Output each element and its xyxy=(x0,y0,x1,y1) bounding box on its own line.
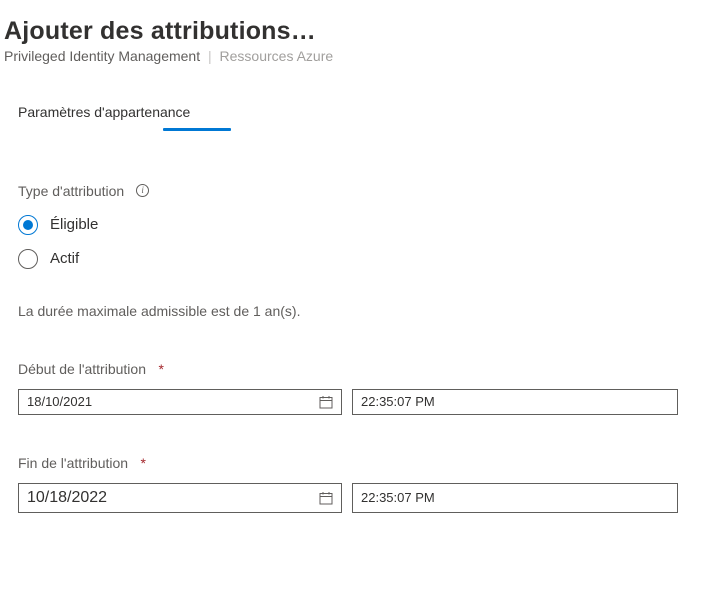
attribution-type-label: Type d'attribution i xyxy=(18,183,149,199)
start-label: Début de l'attribution xyxy=(18,361,146,377)
breadcrumb-primary: Privileged Identity Management xyxy=(4,48,200,64)
calendar-icon[interactable] xyxy=(319,491,333,505)
radio-label-eligible: Éligible xyxy=(50,216,98,233)
required-star-icon: * xyxy=(141,455,146,471)
start-time-input[interactable] xyxy=(352,389,678,415)
start-date-field[interactable] xyxy=(27,394,313,409)
attribution-type-text: Type d'attribution xyxy=(18,183,124,199)
radio-indicator-icon xyxy=(18,249,38,269)
end-time-field[interactable] xyxy=(361,490,669,505)
start-date-input[interactable] xyxy=(18,389,342,415)
attribution-type-radio-group: Éligible Actif xyxy=(18,215,716,269)
page-title: Ajouter des attributions… xyxy=(4,17,716,46)
breadcrumb-separator: | xyxy=(208,48,212,64)
radio-option-active[interactable]: Actif xyxy=(18,249,716,269)
start-label-row: Début de l'attribution * xyxy=(18,361,716,379)
breadcrumb: Privileged Identity Management | Ressour… xyxy=(4,48,716,64)
radio-option-eligible[interactable]: Éligible xyxy=(18,215,716,235)
tab-label: Paramètres d'appartenance xyxy=(18,104,190,120)
start-time-field[interactable] xyxy=(361,394,669,409)
tab-underline xyxy=(163,128,231,131)
info-icon[interactable]: i xyxy=(136,184,149,197)
end-date-input[interactable] xyxy=(18,483,342,513)
breadcrumb-secondary: Ressources Azure xyxy=(220,48,334,64)
tab-membership-settings[interactable]: Paramètres d'appartenance xyxy=(18,104,716,122)
radio-indicator-icon xyxy=(18,215,38,235)
radio-label-active: Actif xyxy=(50,250,79,267)
end-date-field[interactable] xyxy=(27,489,313,507)
required-star-icon: * xyxy=(158,361,163,377)
calendar-icon[interactable] xyxy=(319,395,333,409)
end-time-input[interactable] xyxy=(352,483,678,513)
duration-hint: La durée maximale admissible est de 1 an… xyxy=(18,303,716,319)
end-label: Fin de l'attribution xyxy=(18,455,128,471)
end-label-row: Fin de l'attribution * xyxy=(18,455,716,473)
